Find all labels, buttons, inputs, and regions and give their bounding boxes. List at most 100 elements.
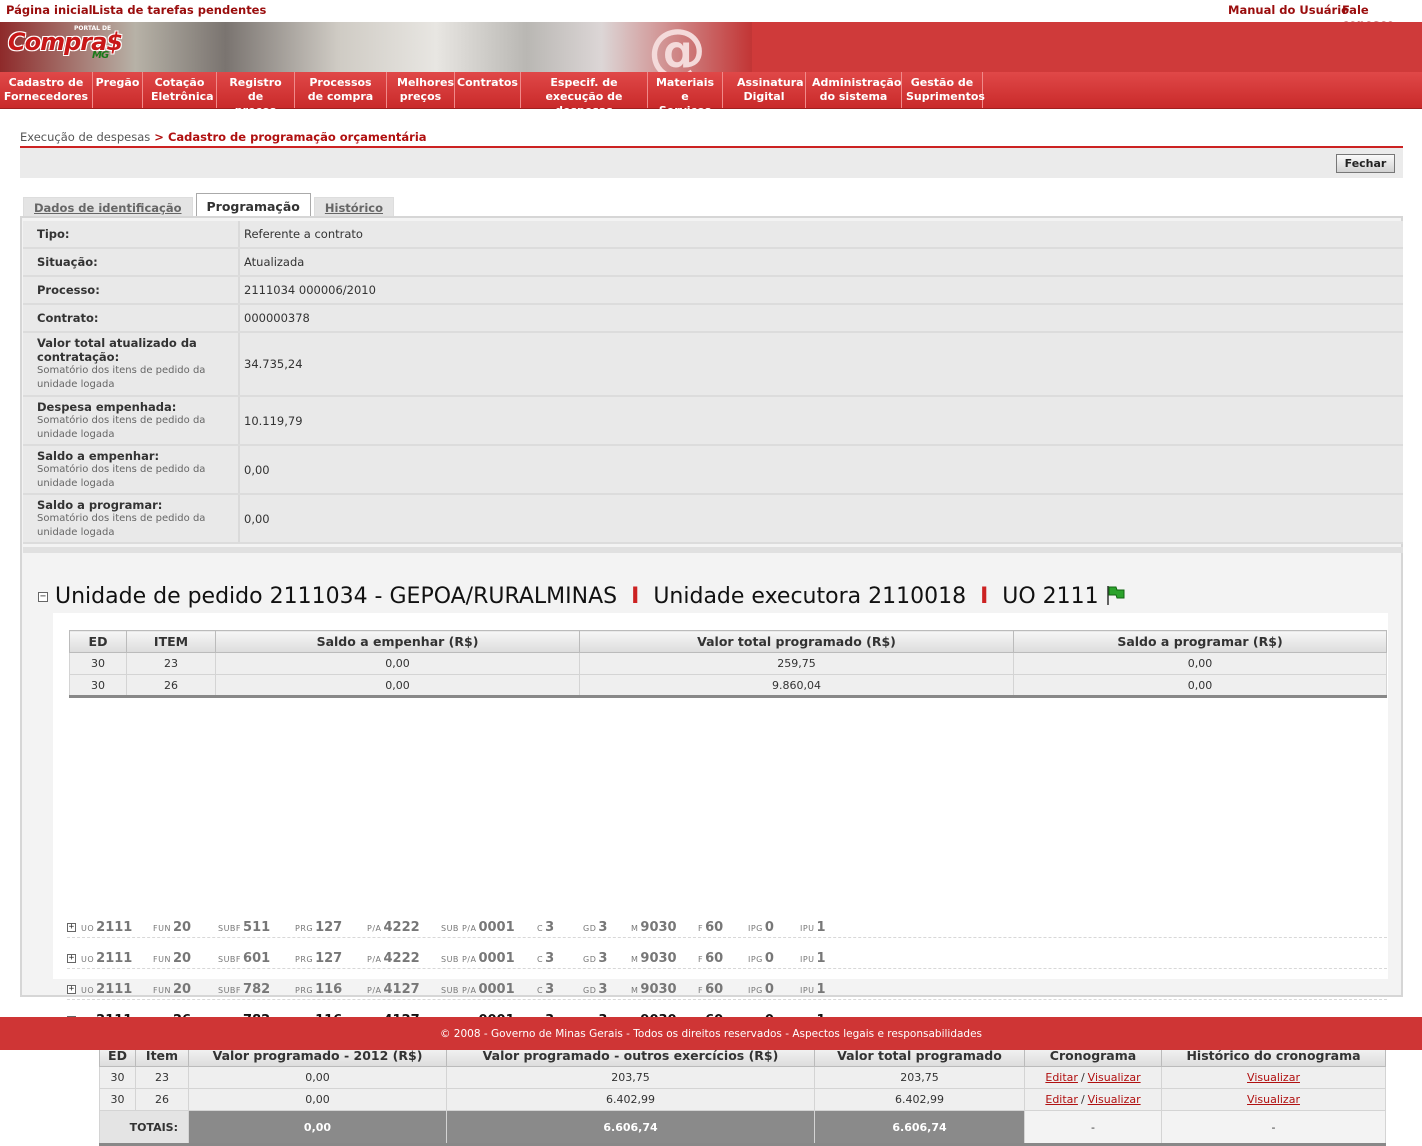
program-field-label: IPU: [800, 986, 815, 995]
program-field-ipu: IPU1: [800, 951, 826, 966]
menu-item-processos-compra[interactable]: Processos de compra: [295, 72, 387, 108]
table-cell: 203,75: [446, 1066, 815, 1089]
table-cell: 6.402,99: [814, 1088, 1025, 1111]
program-field-value: 2111: [96, 982, 133, 997]
menu-item-especif-execucao[interactable]: Especif. de execução de despesas: [521, 72, 648, 117]
menu-item-contratos[interactable]: Contratos: [455, 72, 521, 108]
field-value: 2111034 000006/2010: [244, 283, 376, 297]
portal-compras-logo[interactable]: PORTAL DE Compra$ MG: [8, 25, 123, 61]
link-separator: /: [1080, 1093, 1085, 1106]
field-row-saldo-programar: Saldo a programar: Somatório dos itens de…: [23, 495, 1403, 544]
field-row-valor-total: Valor total atualizado da contratação: So…: [23, 333, 1403, 397]
flag-icon[interactable]: [1106, 584, 1126, 606]
program-field-value: 782: [243, 982, 271, 997]
menu-item-melhores-precos[interactable]: Melhores preços: [387, 72, 455, 108]
table-cell: 203,75: [814, 1066, 1025, 1089]
table-cell: 23: [126, 652, 216, 675]
breadcrumb-parent[interactable]: Execução de despesas: [20, 130, 150, 144]
program-field-subf: SUBF782: [218, 982, 270, 997]
historico-visualizar-link[interactable]: Visualizar: [1247, 1093, 1300, 1106]
header-banner: PORTAL DE Compra$ MG @: [0, 16, 1422, 84]
close-button[interactable]: Fechar: [1336, 154, 1395, 173]
collapse-icon[interactable]: −: [38, 592, 48, 602]
program-field-ipu: IPU1: [800, 920, 826, 935]
field-label: Processo:: [37, 283, 100, 297]
menu-item-cotacao[interactable]: Cotação Eletrônica: [143, 72, 217, 108]
program-field-subf: SUBF 601: [218, 951, 270, 966]
home-link[interactable]: Página inicial: [6, 3, 93, 17]
pending-tasks-link[interactable]: Lista de tarefas pendentes: [92, 3, 266, 17]
header-separator: I: [980, 584, 989, 609]
total-outros: 6.606,74: [446, 1110, 815, 1145]
field-label: Contrato:: [37, 311, 99, 325]
unidade-pedido-title: Unidade de pedido 2111034 - GEPOA/RURALM…: [55, 584, 618, 609]
totals-label: TOTAIS:: [99, 1110, 189, 1145]
tab-programacao[interactable]: Programação: [195, 193, 311, 217]
editar-link[interactable]: Editar: [1045, 1093, 1078, 1106]
menu-item-assinatura-digital[interactable]: Assinatura Digital: [723, 72, 806, 108]
table-cell: 30: [99, 1066, 136, 1089]
program-field-value: 0001: [478, 951, 515, 966]
table-row: 30 26 0,00 6.402,99 6.402,99 Editar / Visu…: [99, 1088, 1386, 1111]
program-field-value: 511: [243, 920, 271, 935]
field-row-contrato: Contrato: 000000378: [23, 305, 1403, 333]
program-field-value: 1: [816, 920, 826, 935]
program-field-value: 3: [598, 951, 608, 966]
expand-icon[interactable]: +: [67, 954, 76, 963]
table-cell: 0,00: [215, 652, 580, 675]
program-field-label: PRG: [295, 986, 314, 995]
visualizar-link[interactable]: Visualizar: [1088, 1093, 1141, 1106]
menu-item-pregao[interactable]: Pregão: [93, 72, 143, 108]
program-field-label: C: [537, 955, 544, 964]
visualizar-link[interactable]: Visualizar: [1088, 1071, 1141, 1084]
field-label: Saldo a programar:: [37, 497, 163, 512]
editar-link[interactable]: Editar: [1045, 1071, 1078, 1084]
program-field-value: 1: [816, 982, 826, 997]
program-field-prg: PRG 127: [295, 920, 342, 935]
program-field-label: UO: [81, 986, 95, 995]
menu-item-cadastro-fornecedores[interactable]: Cadastro de Fornecedores: [0, 72, 93, 108]
menu-item-administracao[interactable]: Administração do sistema: [806, 72, 902, 108]
summary-header-row: ED ITEM Saldo a empenhar (R$) Valor tota…: [69, 630, 1387, 653]
program-field-uo: UO2111: [81, 982, 132, 997]
menu-item-materiais-servicos[interactable]: Materiais e Serviços: [648, 72, 723, 117]
menu-item-gestao-suprimentos[interactable]: Gestão de Suprimentos: [902, 72, 985, 108]
expand-icon[interactable]: +: [67, 985, 76, 994]
field-row-tipo: Tipo: Referente a contrato: [23, 221, 1403, 249]
content-frame: Tipo: Referente a contrato Situação: Atu…: [20, 216, 1403, 1146]
expand-icon[interactable]: +: [67, 923, 76, 932]
program-field-ipg: IPG0: [748, 951, 774, 966]
program-field-value: 3: [545, 920, 555, 935]
cronograma-cell: Editar / Visualizar: [1024, 1088, 1162, 1111]
table-row: 30 23 0,00 259,75 0,00: [69, 652, 1387, 675]
table-row: 30 26 0,00 9.860,04 0,00: [69, 674, 1387, 697]
legal-link[interactable]: Aspectos legais e responsabilidades: [792, 1028, 982, 1040]
summary-table: ED ITEM Saldo a empenhar (R$) Valor tota…: [69, 630, 1387, 698]
program-field-label: M: [631, 955, 639, 964]
program-field-value: 4127: [383, 982, 420, 997]
program-field-uo: UO2111: [81, 951, 132, 966]
total-2012: 0,00: [188, 1110, 447, 1145]
program-field-subpa: SUB P/A0001: [441, 951, 515, 966]
field-value: 000000378: [244, 311, 310, 325]
tab-dados-identificacao[interactable]: Dados de identificação: [23, 197, 193, 217]
program-row: + UO 2111 FUN 20 SUBF 601 PRG 127 P/A 4222 SUB P/A 0…: [67, 947, 1387, 969]
historico-visualizar-link[interactable]: Visualizar: [1247, 1071, 1300, 1084]
table-row: 30 23 0,00 203,75 203,75 Editar / Visualiz…: [99, 1066, 1386, 1089]
tab-historico[interactable]: Histórico: [313, 197, 395, 217]
program-field-uo: UO2111: [81, 920, 132, 935]
field-value: Atualizada: [244, 255, 305, 269]
program-field-c: C3: [537, 920, 554, 935]
table-cell: 0,00: [215, 674, 580, 697]
program-field-pa: P/A4127: [367, 982, 420, 997]
field-value: Referente a contrato: [244, 227, 363, 241]
program-field-label: FUN: [153, 955, 171, 964]
menu-item-registro-precos[interactable]: Registro de preços: [217, 72, 295, 117]
program-field-value: 9030: [640, 920, 677, 935]
column-header: Saldo a programar (R$): [1013, 630, 1387, 653]
user-manual-link[interactable]: Manual do Usuário: [1228, 3, 1349, 17]
breadcrumb: Execução de despesas > Cadastro de progr…: [20, 130, 427, 144]
program-field-label: SUB P/A: [441, 986, 477, 995]
program-field-label: PRG: [295, 924, 314, 933]
table-cell: 0,00: [1013, 652, 1387, 675]
